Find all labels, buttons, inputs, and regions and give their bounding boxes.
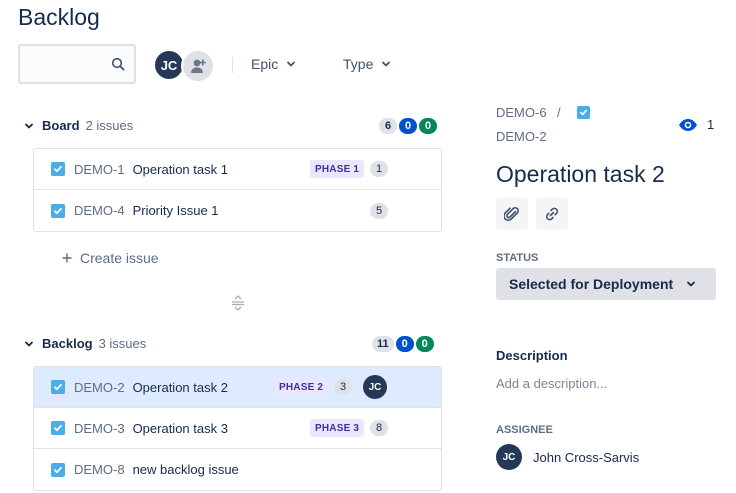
checkbox-checked-icon <box>51 380 65 394</box>
assignee-field[interactable]: JC John Cross-Sarvis <box>496 444 639 470</box>
create-issue-label: Create issue <box>80 250 159 266</box>
issue-summary: new backlog issue <box>132 462 239 477</box>
issue-key[interactable]: DEMO-2 <box>74 380 125 395</box>
board-issue-list: DEMO-1 Operation task 1 PHASE 1 1 DEMO-4… <box>33 148 442 232</box>
epic-filter-label: Epic <box>251 56 279 72</box>
status-label: STATUS <box>496 252 539 264</box>
attachment-icon <box>504 207 519 222</box>
checkbox-checked-icon <box>51 462 65 477</box>
chevron-down-icon <box>25 123 33 128</box>
add-person-icon <box>191 59 206 73</box>
story-points-badge: 3 <box>334 379 352 395</box>
backlog-status-badges: 11 0 0 <box>372 336 434 352</box>
issue-key[interactable]: DEMO-4 <box>74 203 125 218</box>
epic-lozenge: PHASE 2 <box>274 378 329 396</box>
type-filter[interactable]: Type <box>343 56 391 72</box>
section-issue-count: 3 issues <box>98 336 147 351</box>
issue-key[interactable]: DEMO-8 <box>74 462 125 477</box>
done-points-badge: 0 <box>419 118 437 134</box>
epic-lozenge: PHASE 3 <box>310 419 365 437</box>
in-progress-points-badge: 0 <box>399 118 417 134</box>
issue-row[interactable]: DEMO-4 Priority Issue 1 5 <box>34 190 441 231</box>
eye-icon <box>679 118 697 131</box>
backlog-issue-list: DEMO-2 Operation task 2 PHASE 2 3 JC DEM… <box>33 366 442 491</box>
in-progress-points-badge: 0 <box>395 336 414 352</box>
story-points-badge: 8 <box>370 420 388 436</box>
epic-lozenge: PHASE 1 <box>310 160 365 178</box>
issue-key[interactable]: DEMO-3 <box>74 421 125 436</box>
board-status-badges: 6 0 0 <box>379 118 437 134</box>
section-name: Backlog <box>42 336 93 351</box>
issue-summary: Operation task 3 <box>132 420 228 436</box>
issue-summary: Operation task 1 <box>132 161 228 177</box>
board-section-header[interactable]: Board 2 issues <box>24 118 133 133</box>
search-icon <box>111 57 125 71</box>
watcher-count: 1 <box>707 117 715 132</box>
search-input[interactable] <box>18 44 136 84</box>
checkbox-checked-icon <box>51 421 65 435</box>
issue-row[interactable]: DEMO-2 Operation task 2 PHASE 2 3 JC <box>34 367 441 408</box>
chevron-down-icon <box>287 61 296 67</box>
page-title: Backlog <box>18 4 100 30</box>
section-name: Board <box>42 118 80 133</box>
type-filter-label: Type <box>343 56 374 72</box>
assignee-avatar[interactable]: JC <box>363 375 387 399</box>
drag-handle-icon[interactable] <box>231 295 245 311</box>
status-dropdown[interactable]: Selected for Deployment <box>496 268 716 300</box>
checkbox-checked-icon <box>51 162 65 176</box>
chevron-down-icon <box>382 61 391 67</box>
story-points-badge: 5 <box>370 202 388 219</box>
plus-icon <box>62 253 72 263</box>
breadcrumb-parent-key[interactable]: DEMO-6 <box>496 105 547 120</box>
section-issue-count: 2 issues <box>85 118 134 133</box>
assignee-label: ASSIGNEE <box>496 424 553 436</box>
checkbox-checked-icon <box>51 203 65 218</box>
done-points-badge: 0 <box>415 336 434 352</box>
toolbar-divider <box>232 57 233 73</box>
todo-points-badge: 11 <box>372 336 394 352</box>
description-field[interactable]: Add a description... <box>496 376 607 391</box>
issue-summary: Operation task 2 <box>132 379 228 395</box>
epic-filter[interactable]: Epic <box>251 56 296 72</box>
todo-points-badge: 6 <box>379 118 397 134</box>
issue-row[interactable]: DEMO-3 Operation task 3 PHASE 3 8 <box>34 408 441 449</box>
watch-button[interactable]: 1 <box>678 117 714 132</box>
link-issue-button[interactable] <box>536 198 568 230</box>
breadcrumb-separator: / <box>557 105 561 120</box>
assignee-avatar: JC <box>496 444 522 470</box>
attach-button[interactable] <box>496 198 528 230</box>
assignee-name: John Cross-Sarvis <box>533 449 640 465</box>
chevron-down-icon <box>687 281 695 287</box>
issue-row[interactable]: DEMO-8 new backlog issue <box>34 449 441 490</box>
link-icon <box>545 207 559 221</box>
issue-title[interactable]: Operation task 2 <box>496 161 665 188</box>
description-label: Description <box>496 348 568 363</box>
add-person-button[interactable] <box>181 49 215 83</box>
create-issue-button[interactable]: Create issue <box>62 250 159 266</box>
breadcrumb-issue-key[interactable]: DEMO-2 <box>496 129 547 144</box>
issue-summary: Priority Issue 1 <box>132 203 219 218</box>
story-points-badge: 1 <box>370 161 388 177</box>
issue-key[interactable]: DEMO-1 <box>74 162 125 177</box>
issue-row[interactable]: DEMO-1 Operation task 1 PHASE 1 1 <box>34 149 441 190</box>
chevron-down-icon <box>25 341 33 346</box>
checkbox-checked-icon <box>577 106 590 119</box>
backlog-section-header[interactable]: Backlog 3 issues <box>24 336 146 351</box>
status-value: Selected for Deployment <box>509 276 674 292</box>
